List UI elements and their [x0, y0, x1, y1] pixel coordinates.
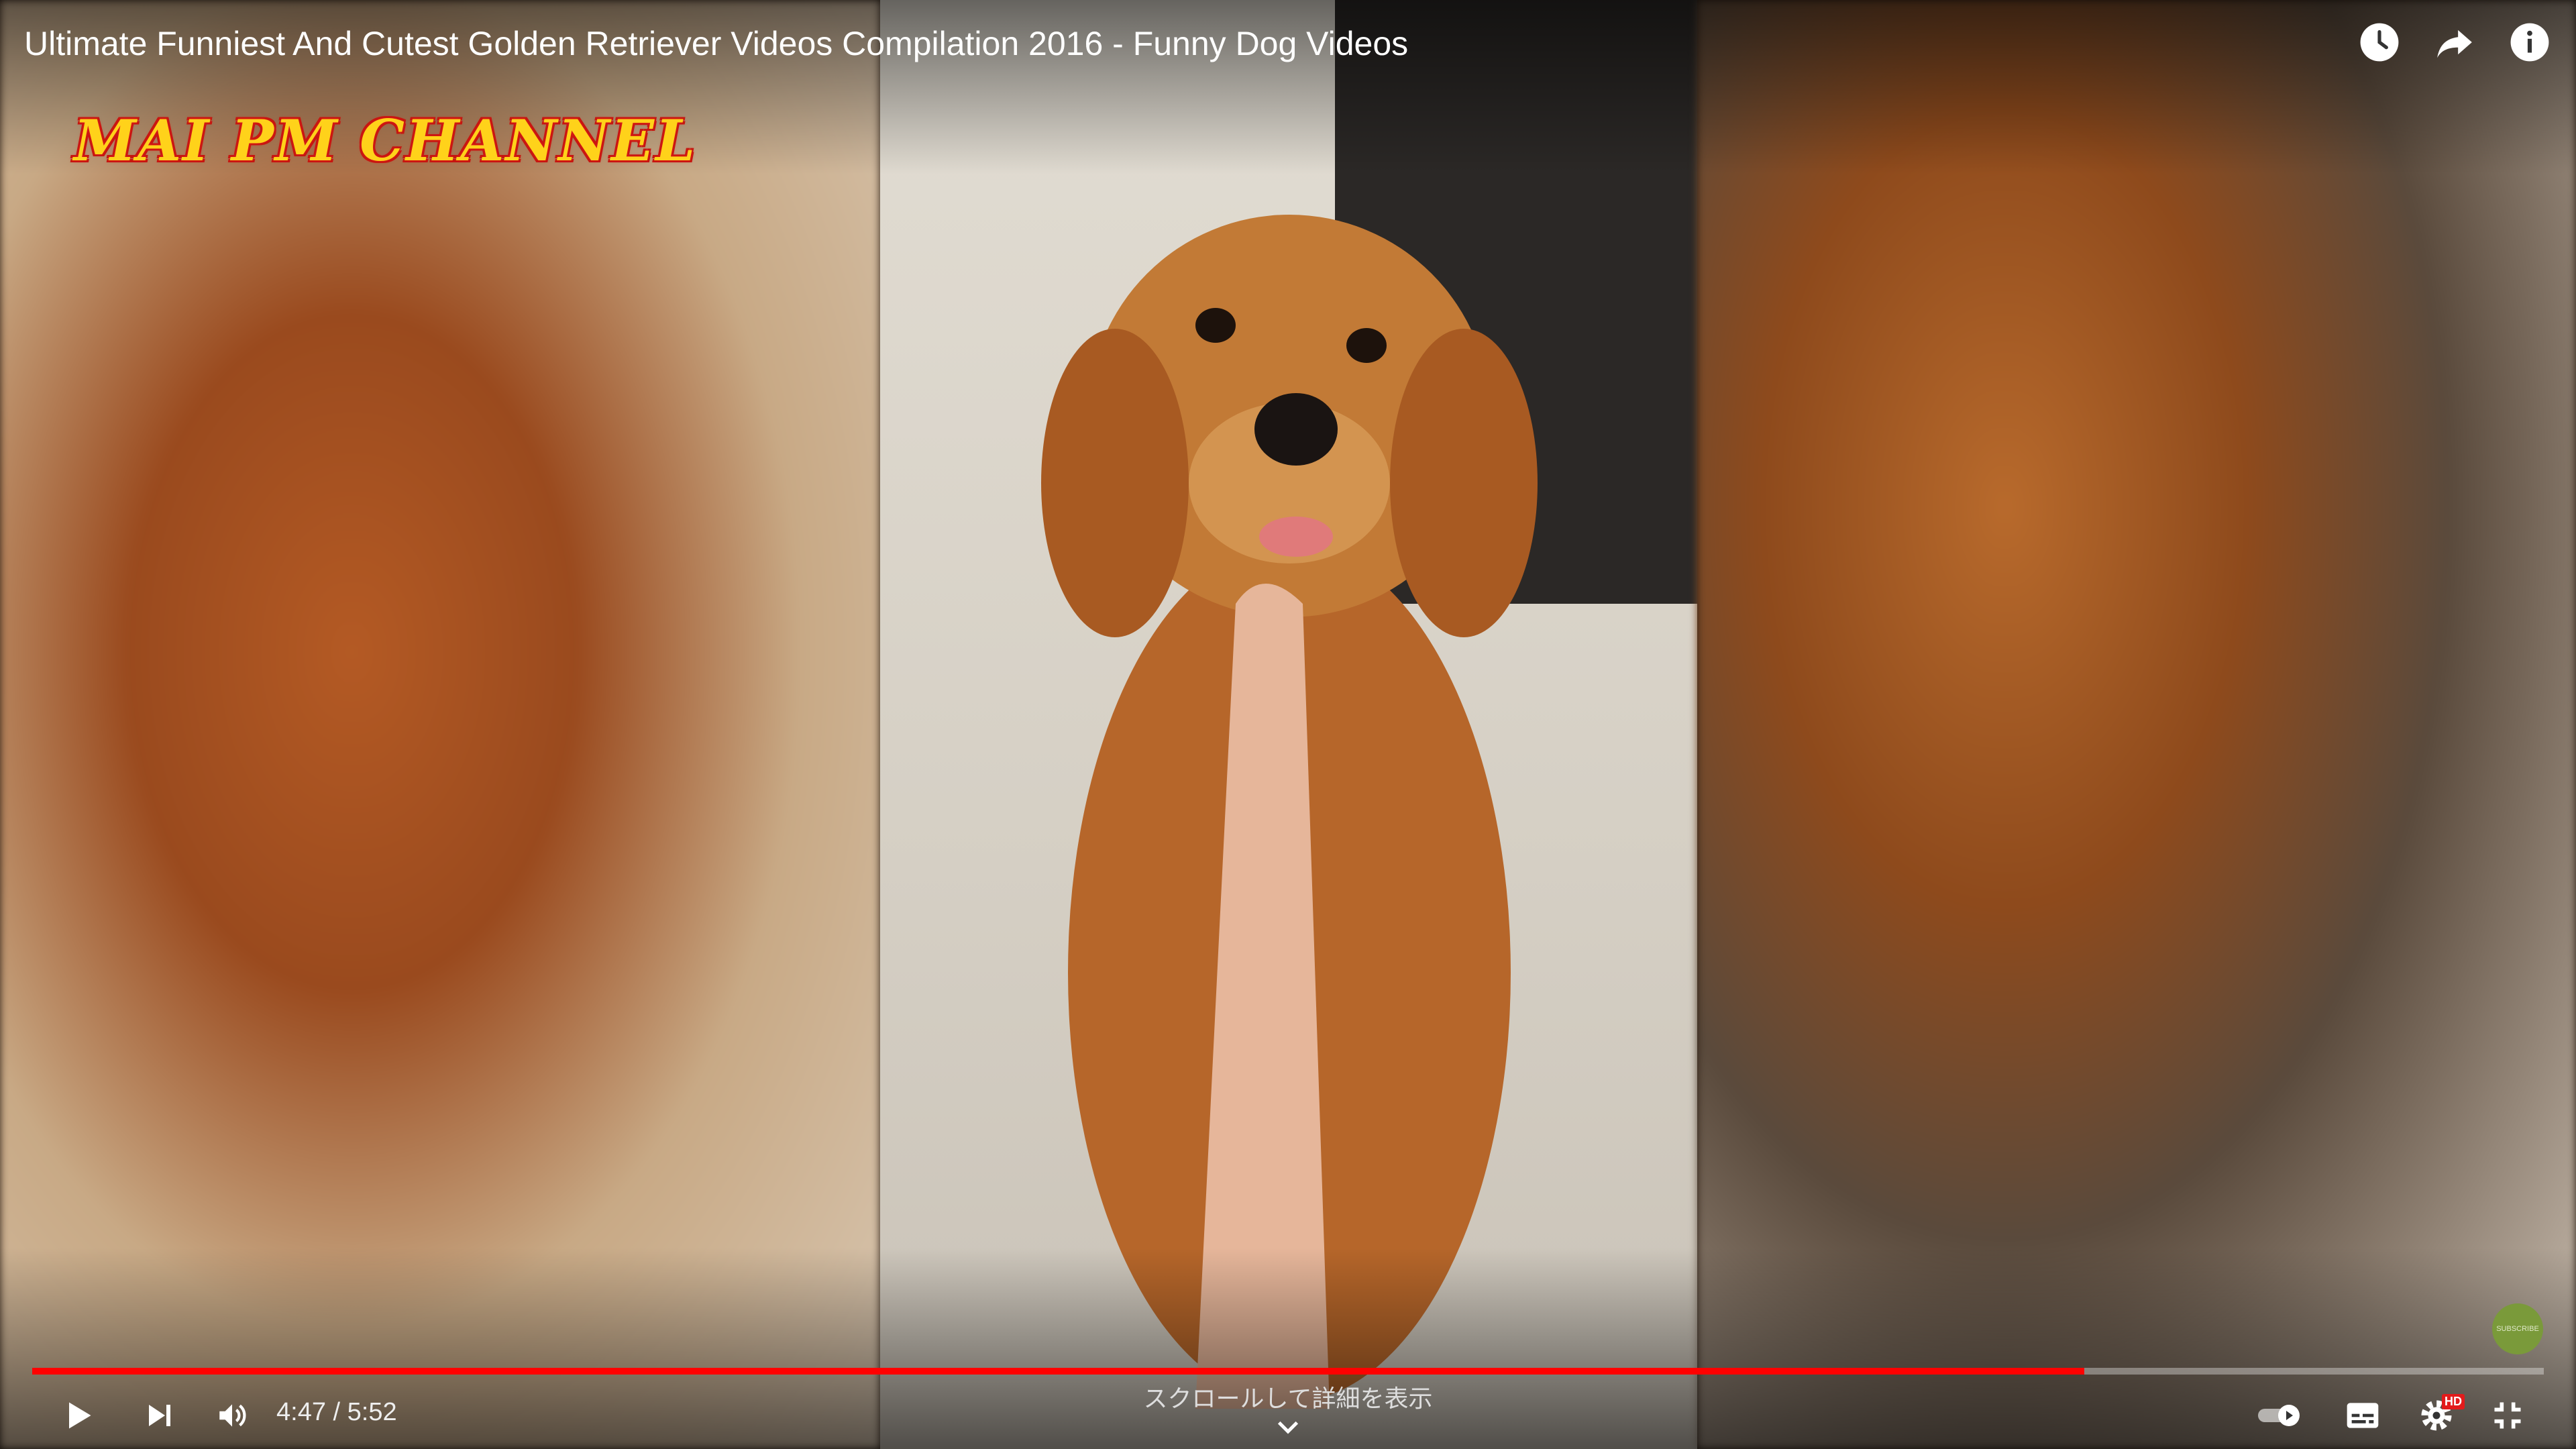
play-button[interactable]	[51, 1389, 105, 1442]
subscribe-badge[interactable]: SUBSCRIBE	[2492, 1303, 2543, 1354]
volume-button[interactable]	[205, 1389, 259, 1442]
progress-played	[32, 1368, 2084, 1375]
next-button[interactable]	[133, 1389, 186, 1442]
settings-button[interactable]: HD	[2410, 1389, 2465, 1442]
exit-fullscreen-icon	[2494, 1402, 2521, 1429]
volume-icon	[219, 1404, 246, 1427]
channel-watermark: MAI PM CHANNEL	[74, 107, 697, 174]
exit-fullscreen-button[interactable]	[2481, 1389, 2534, 1442]
time-display: 4:47 / 5:52	[276, 1398, 397, 1426]
subtitles-icon	[2347, 1403, 2379, 1428]
info-icon[interactable]	[2508, 20, 2552, 64]
video-player[interactable]: Ultimate Funniest And Cutest Golden Retr…	[0, 0, 2576, 1449]
progress-bar[interactable]	[32, 1368, 2544, 1375]
golden-retriever-image	[1041, 215, 1538, 1409]
blurred-background-right	[1697, 0, 2576, 1449]
next-icon	[149, 1405, 170, 1426]
autoplay-toggle-icon	[2258, 1405, 2300, 1426]
share-icon[interactable]	[2432, 20, 2477, 64]
chevron-down-icon[interactable]	[1275, 1418, 1301, 1438]
video-center-panel	[880, 0, 1697, 1449]
blurred-background-left	[0, 0, 880, 1449]
video-frame[interactable]	[0, 0, 2576, 1449]
play-icon	[69, 1402, 91, 1429]
watch-later-icon[interactable]	[2357, 20, 2402, 64]
video-title[interactable]: Ultimate Funniest And Cutest Golden Retr…	[24, 24, 1408, 63]
control-bar: 4:47 / 5:52 スクロールして詳細を表示 HD	[0, 1382, 2576, 1449]
scroll-hint-text[interactable]: スクロールして詳細を表示	[1073, 1379, 1503, 1414]
top-icon-bar	[2357, 20, 2552, 64]
subtitles-button[interactable]	[2336, 1389, 2390, 1442]
hd-badge: HD	[2442, 1394, 2465, 1409]
autoplay-toggle[interactable]	[2254, 1389, 2308, 1442]
